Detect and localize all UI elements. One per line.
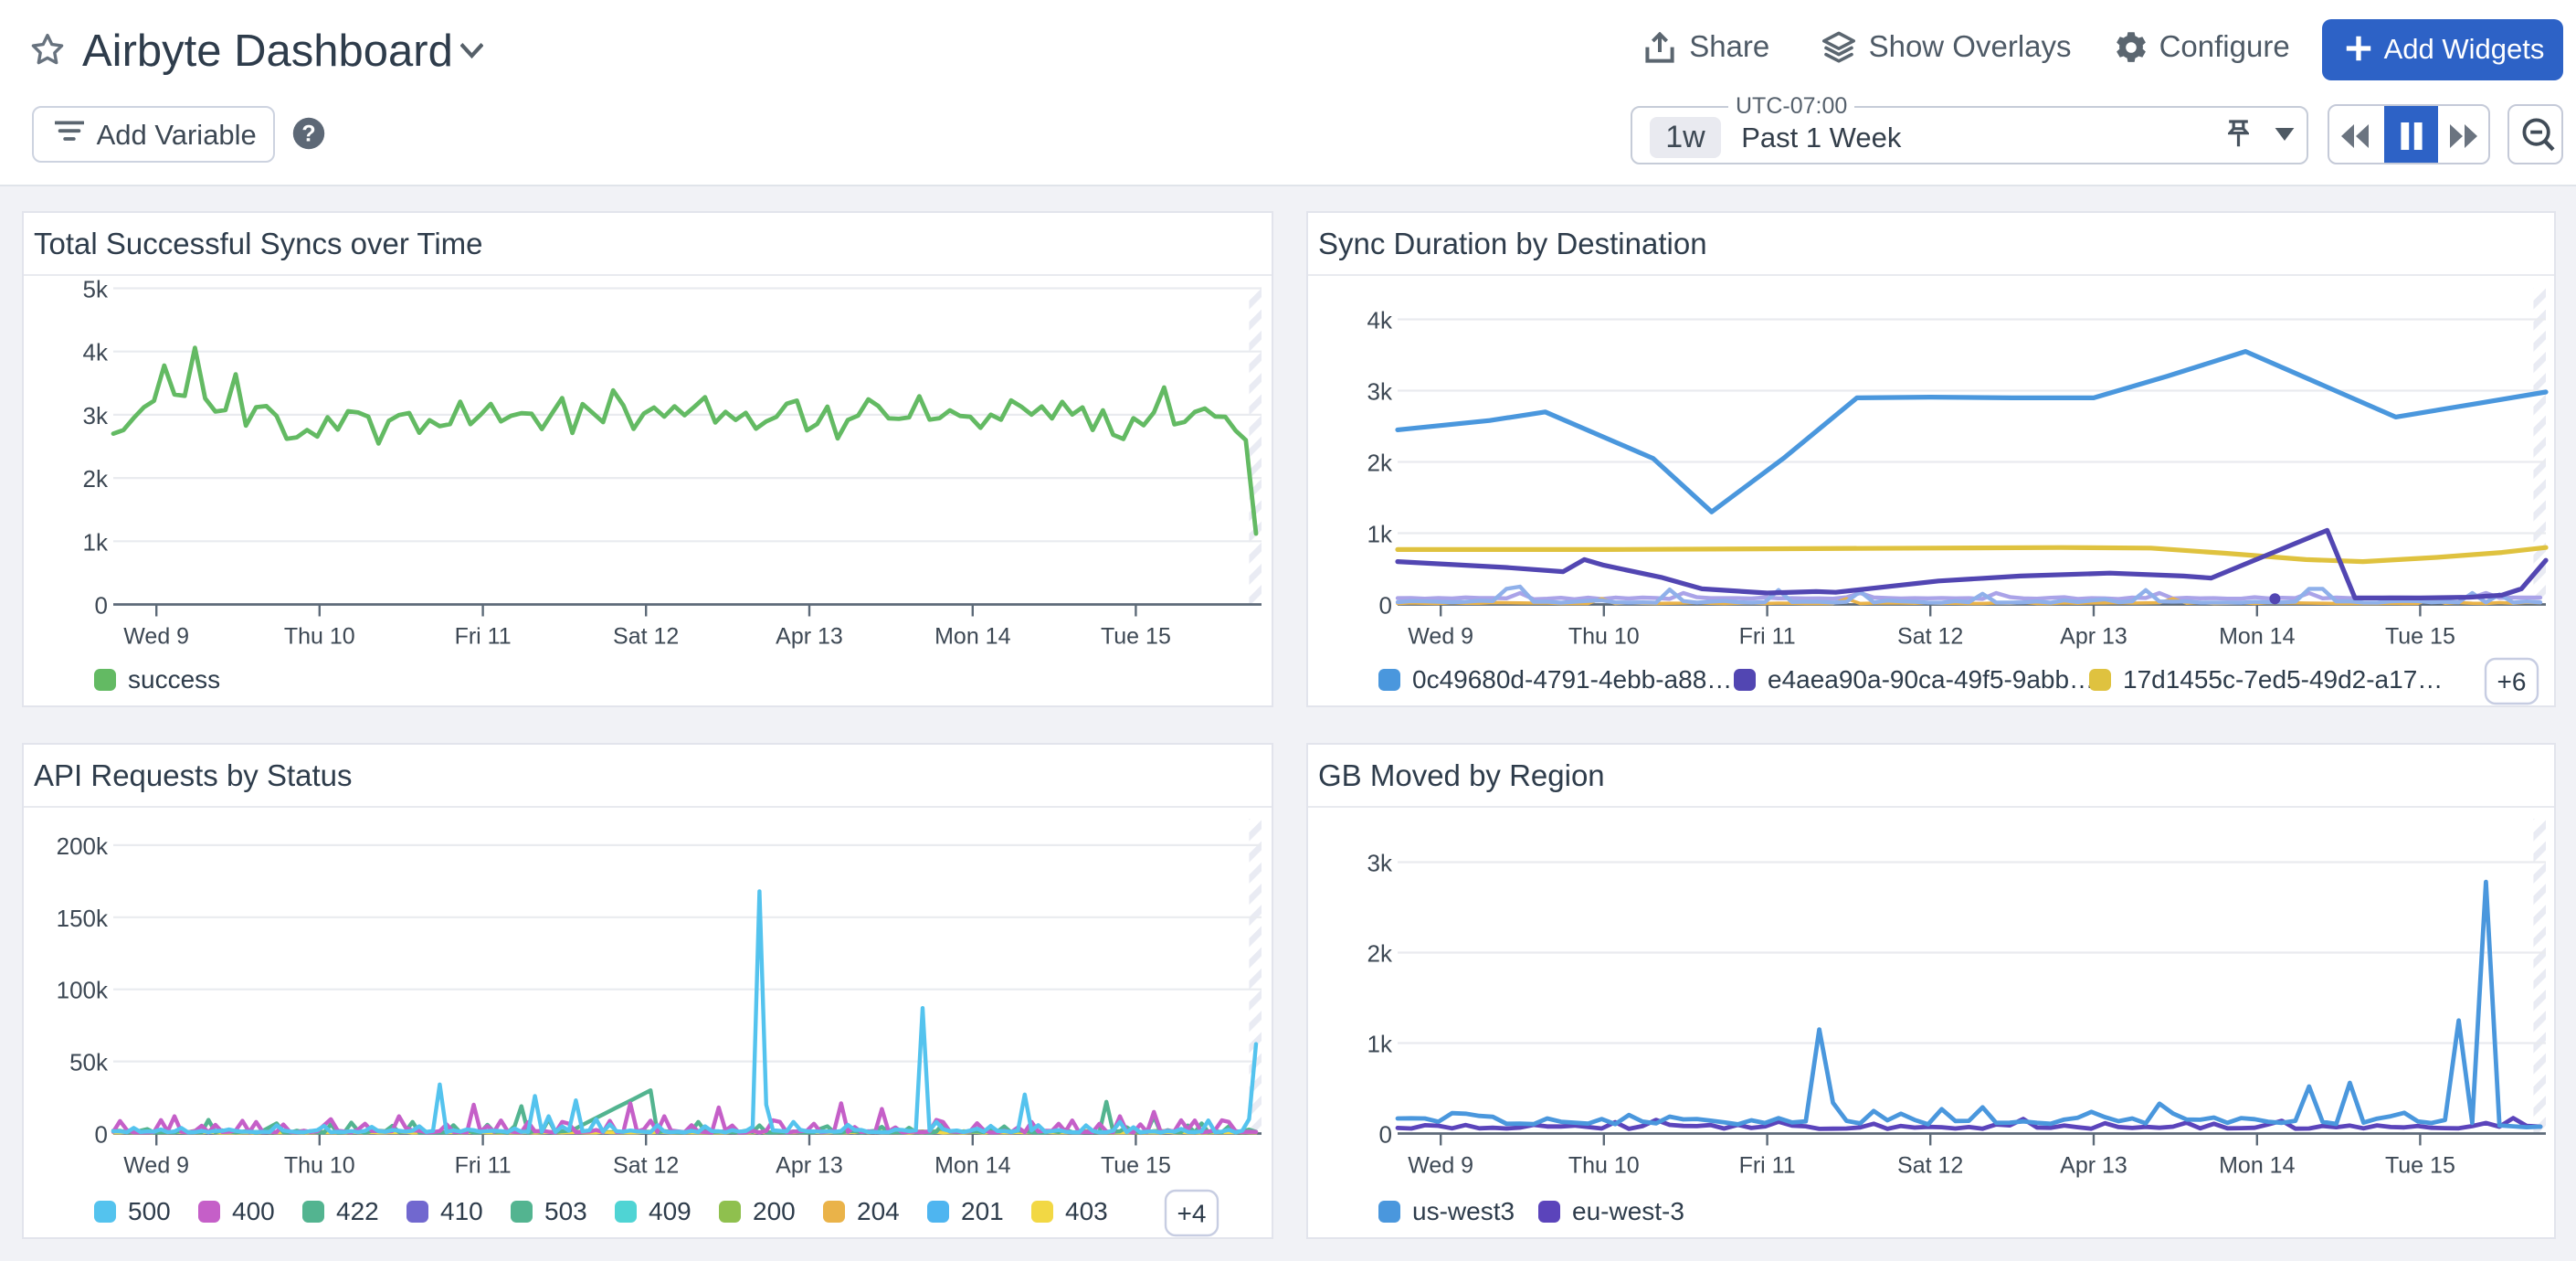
svg-text:204: 204 bbox=[857, 1197, 900, 1225]
svg-text:403: 403 bbox=[1065, 1197, 1108, 1225]
svg-text:2k: 2k bbox=[83, 465, 109, 493]
svg-text:Apr 13: Apr 13 bbox=[776, 624, 843, 650]
svg-text:0: 0 bbox=[1379, 592, 1392, 620]
svg-text:409: 409 bbox=[649, 1197, 692, 1225]
svg-text:Apr 13: Apr 13 bbox=[2060, 624, 2127, 650]
svg-text:Fri 11: Fri 11 bbox=[1739, 1153, 1796, 1179]
svg-text:Wed 9: Wed 9 bbox=[123, 1153, 189, 1179]
svg-text:1k: 1k bbox=[83, 528, 109, 556]
svg-text:Thu 10: Thu 10 bbox=[1568, 1153, 1640, 1179]
svg-text:Wed 9: Wed 9 bbox=[1408, 1153, 1473, 1179]
svg-text:?: ? bbox=[301, 121, 315, 146]
svg-text:Apr 13: Apr 13 bbox=[776, 1153, 843, 1179]
svg-text:Apr 13: Apr 13 bbox=[2060, 1153, 2127, 1179]
svg-text:Sat 12: Sat 12 bbox=[613, 1153, 679, 1179]
svg-text:Fri 11: Fri 11 bbox=[1739, 624, 1796, 650]
svg-text:0: 0 bbox=[95, 592, 108, 620]
svg-text:Sat 12: Sat 12 bbox=[1897, 1153, 1963, 1179]
svg-text:us-west3: us-west3 bbox=[1412, 1197, 1515, 1225]
svg-text:Mon 14: Mon 14 bbox=[2219, 1153, 2295, 1179]
svg-text:+4: +4 bbox=[1177, 1200, 1207, 1228]
svg-text:410: 410 bbox=[440, 1197, 483, 1225]
svg-text:0c49680d-4791-4ebb-a88…: 0c49680d-4791-4ebb-a88… bbox=[1412, 665, 1732, 694]
svg-text:200k: 200k bbox=[57, 832, 109, 860]
svg-text:Mon 14: Mon 14 bbox=[934, 624, 1010, 650]
svg-text:17d1455c-7ed5-49d2-a17…: 17d1455c-7ed5-49d2-a17… bbox=[2123, 665, 2443, 694]
svg-text:eu-west-3: eu-west-3 bbox=[1572, 1197, 1684, 1225]
svg-text:Tue 15: Tue 15 bbox=[2385, 624, 2455, 650]
svg-text:Tue 15: Tue 15 bbox=[2385, 1153, 2455, 1179]
svg-text:Sat 12: Sat 12 bbox=[613, 624, 679, 650]
svg-text:3k: 3k bbox=[1367, 378, 1393, 406]
svg-text:50k: 50k bbox=[69, 1049, 109, 1076]
svg-text:Fri 11: Fri 11 bbox=[455, 1153, 512, 1179]
svg-text:2k: 2k bbox=[1367, 450, 1393, 477]
svg-text:0: 0 bbox=[95, 1121, 108, 1149]
svg-text:Tue 15: Tue 15 bbox=[1101, 1153, 1171, 1179]
svg-text:Fri 11: Fri 11 bbox=[455, 624, 512, 650]
svg-text:150k: 150k bbox=[57, 905, 109, 932]
svg-text:3k: 3k bbox=[1367, 850, 1393, 877]
svg-text:3k: 3k bbox=[83, 402, 109, 429]
svg-text:Wed 9: Wed 9 bbox=[1408, 624, 1473, 650]
svg-text:e4aea90a-90ca-49f5-9abb…: e4aea90a-90ca-49f5-9abb… bbox=[1768, 665, 2095, 694]
svg-text:100k: 100k bbox=[57, 977, 109, 1004]
svg-text:422: 422 bbox=[336, 1197, 379, 1225]
svg-text:201: 201 bbox=[961, 1197, 1004, 1225]
svg-text:2k: 2k bbox=[1367, 940, 1393, 968]
svg-text:5k: 5k bbox=[83, 276, 109, 303]
svg-text:1k: 1k bbox=[1367, 521, 1393, 548]
svg-text:Wed 9: Wed 9 bbox=[123, 624, 189, 650]
svg-text:4k: 4k bbox=[1367, 307, 1393, 334]
svg-text:Thu 10: Thu 10 bbox=[284, 1153, 355, 1179]
svg-text:Mon 14: Mon 14 bbox=[2219, 624, 2295, 650]
svg-text:500: 500 bbox=[128, 1197, 171, 1225]
svg-text:4k: 4k bbox=[83, 339, 109, 366]
svg-text:200: 200 bbox=[753, 1197, 796, 1225]
svg-text:Thu 10: Thu 10 bbox=[1568, 624, 1640, 650]
svg-text:Thu 10: Thu 10 bbox=[284, 624, 355, 650]
svg-text:success: success bbox=[128, 665, 220, 694]
svg-text:400: 400 bbox=[232, 1197, 275, 1225]
svg-text:0: 0 bbox=[1379, 1121, 1392, 1149]
svg-text:1k: 1k bbox=[1367, 1031, 1393, 1058]
svg-text:Tue 15: Tue 15 bbox=[1101, 624, 1171, 650]
svg-text:Mon 14: Mon 14 bbox=[934, 1153, 1010, 1179]
svg-text:503: 503 bbox=[544, 1197, 587, 1225]
svg-text:Sat 12: Sat 12 bbox=[1897, 624, 1963, 650]
svg-text:+6: +6 bbox=[2497, 668, 2527, 696]
